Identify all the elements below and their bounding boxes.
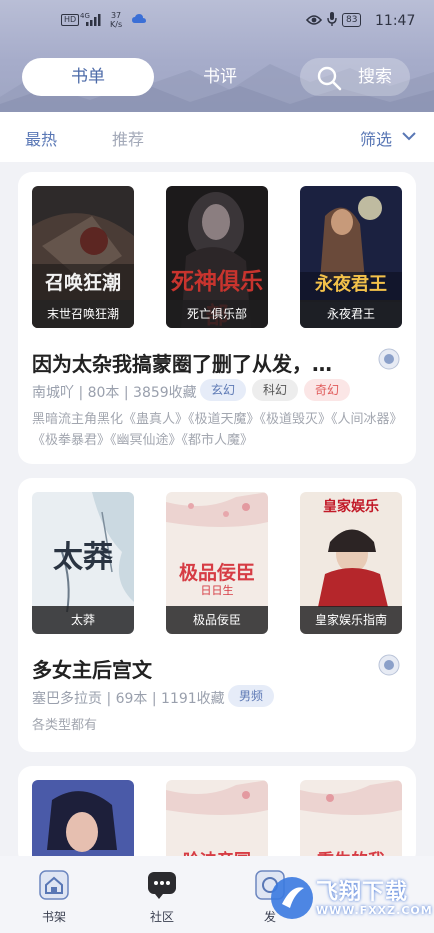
chevron-down-icon (402, 132, 416, 141)
book-title: 太莽 (32, 606, 134, 634)
tag-scifi[interactable]: 科幻 (252, 379, 299, 401)
book-cover[interactable]: 皇家娱乐 皇家娱乐指南 (300, 492, 402, 634)
tag-magic[interactable]: 奇幻 (304, 379, 351, 401)
status-bar: HD 4G 37 K/s 83 11:47 (0, 0, 434, 44)
book-cover[interactable]: 极品佞臣 日日生 极品佞臣 (166, 492, 268, 634)
filter-hot[interactable]: 最热 (25, 126, 57, 150)
list-meta: 南城吖 | 80本 | 3859收藏 (32, 385, 197, 401)
tab-book-review[interactable]: 书评 (170, 58, 270, 96)
book-title: 死亡俱乐部 (166, 300, 268, 328)
nav-community[interactable]: 社区 (132, 868, 192, 925)
home-icon (39, 870, 69, 900)
search-button[interactable]: 搜索 (300, 58, 410, 96)
search-icon (317, 66, 342, 91)
book-title: 皇家娱乐指南 (300, 606, 402, 634)
list-meta: 塞巴多拉贡 | 69本 | 1191收藏 (32, 691, 225, 707)
watermark-logo-icon (271, 877, 313, 919)
eye-icon (306, 15, 322, 25)
nav-bookshelf-label: 书架 (41, 910, 66, 924)
book-cover[interactable]: 召唤狂潮 末世召唤狂潮 (32, 186, 134, 328)
badge-icon (378, 654, 400, 676)
tab-book-list[interactable]: 书单 (22, 58, 154, 96)
book-cover[interactable]: 太莽 太莽 (32, 492, 134, 634)
list-title[interactable]: 因为太杂我搞蒙圈了删了从发，… (32, 348, 372, 377)
signal-icon (86, 14, 101, 26)
microphone-icon (327, 12, 337, 26)
app-header: HD 4G 37 K/s 83 11:47 书单 书评 搜索 (0, 0, 434, 112)
book-title: 极品佞臣 (166, 606, 268, 634)
speed-value: 37 (110, 11, 122, 20)
cover-author-art: 日日生 (200, 584, 234, 597)
nav-bookshelf[interactable]: 书架 (24, 868, 84, 925)
watermark-url: WWW.FXXZ.COM (316, 904, 433, 917)
book-list-card[interactable]: 召唤狂潮 末世召唤狂潮 死神俱乐部 死亡俱乐部 永夜君王 永夜君王 因为太杂我搞… (18, 172, 416, 464)
book-cover[interactable]: 重生的我 (300, 780, 402, 866)
hd-indicator: HD (61, 14, 80, 26)
list-title[interactable]: 多女主后宫文 (32, 654, 372, 683)
network-speed: 37 K/s (110, 11, 122, 29)
book-cover[interactable] (32, 780, 134, 866)
cover-title-art: 皇家娱乐 (323, 499, 379, 515)
book-cover[interactable]: 死神俱乐部 死亡俱乐部 (166, 186, 268, 328)
book-list-card[interactable]: 太莽 太莽 极品佞臣 日日生 极品佞臣 皇家娱乐 皇家娱乐指南 多女主后宫文 塞… (18, 478, 416, 752)
book-cover[interactable]: 哈迪帝国 (166, 780, 268, 866)
book-list-card[interactable]: 哈迪帝国 重生的我 (18, 766, 416, 866)
chat-icon (148, 872, 176, 899)
book-title: 永夜君王 (300, 300, 402, 328)
cover-art (32, 780, 134, 866)
cover-title-art: 极品佞臣 (178, 562, 255, 584)
tag-male[interactable]: 男频 (228, 685, 275, 707)
battery-indicator: 83 (342, 13, 362, 27)
filter-recommend[interactable]: 推荐 (112, 126, 144, 150)
badge-icon (378, 348, 400, 370)
watermark-title: 飞翔下载 (316, 880, 409, 905)
cover-title-art: 太莽 (53, 540, 113, 575)
filter-dropdown[interactable]: 筛选 (360, 126, 416, 150)
filter-dropdown-label: 筛选 (360, 130, 393, 149)
cloud-icon (132, 14, 146, 23)
search-label: 搜索 (358, 67, 392, 87)
cover-title-art: 永夜君王 (315, 274, 387, 295)
filter-bar: 最热 推荐 筛选 (0, 112, 434, 162)
book-title: 末世召唤狂潮 (32, 300, 134, 328)
clock: 11:47 (375, 13, 416, 29)
speed-unit: K/s (110, 20, 123, 29)
nav-community-label: 社区 (149, 910, 174, 924)
list-description: 黑暗流主角黑化《蛊真人》《极道天魔》《极道毁灭》《人间冰器》《极拳暴君》《幽冥仙… (32, 412, 403, 448)
top-tabs: 书单 书评 搜索 (0, 58, 434, 98)
list-description: 各类型都有 (32, 718, 98, 733)
tag-fantasy[interactable]: 玄幻 (200, 379, 247, 401)
cover-title-art: 召唤狂潮 (44, 272, 121, 294)
book-cover[interactable]: 永夜君王 永夜君王 (300, 186, 402, 328)
watermark: 飞翔下载 WWW.FXXZ.COM (264, 868, 434, 928)
